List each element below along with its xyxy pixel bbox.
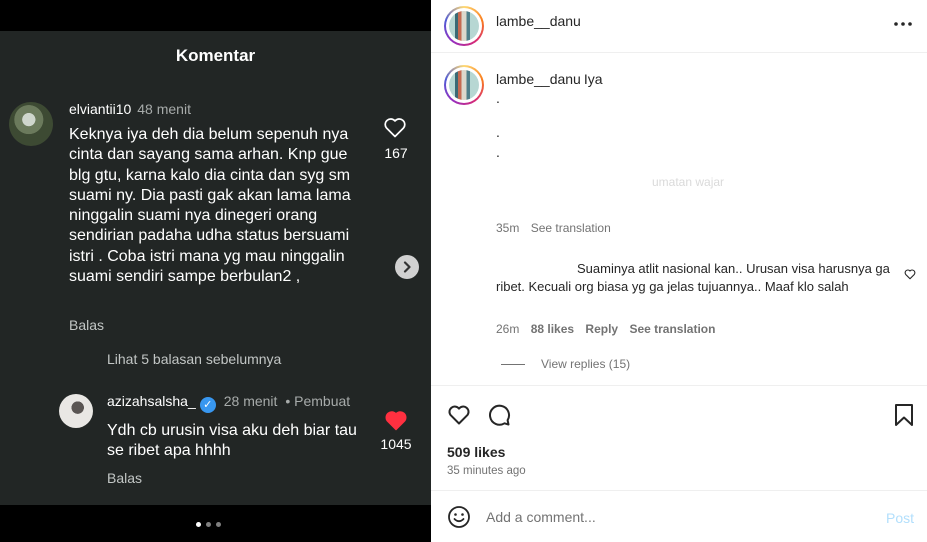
save-bookmark-icon[interactable]: [893, 403, 915, 427]
post-header: lambe__danu: [431, 0, 927, 53]
more-options-icon[interactable]: [893, 14, 913, 34]
verified-badge-icon: ✓: [199, 397, 216, 413]
comment-time: 26m: [496, 322, 520, 336]
chevron-right-icon: [403, 261, 411, 273]
comment-input[interactable]: Add a comment...: [486, 509, 596, 525]
like-count[interactable]: 509 likes: [447, 444, 505, 460]
avatar[interactable]: [444, 6, 484, 46]
comment-text: Suaminya atlit nasional kan.. Urusan vis…: [496, 261, 890, 294]
action-bar: 509 likes 35 minutes ago: [431, 385, 927, 490]
comment: Suaminya atlit nasional kan.. Urusan vis…: [496, 260, 896, 295]
like-count: 167: [384, 145, 408, 161]
reply-label: Balas: [69, 317, 105, 333]
carousel-dot: [196, 522, 201, 527]
caption-line: .: [496, 144, 500, 160]
comment-header: elviantii10 48 menit: [69, 101, 191, 117]
comment-username: azizahsalsha_: [107, 393, 196, 409]
add-comment-bar: Add a comment... Post: [431, 490, 927, 542]
avatar[interactable]: [444, 65, 484, 105]
caption-time: 35m: [496, 221, 520, 235]
post-panel: lambe__danu lambe__danu Iya . . . umatan …: [431, 0, 927, 542]
comment-meta: 26m 88 likes Reply See translation: [496, 322, 715, 336]
comment-time: 28 menit: [223, 393, 278, 409]
creator-tag: • Pembuat: [285, 393, 351, 409]
more-replies-link: Lihat 5 balasan sebelumnya: [107, 351, 282, 367]
caption-faint-text: umatan wajar: [652, 175, 725, 189]
caption-line: .: [496, 124, 500, 140]
comment-time: 48 menit: [137, 101, 191, 117]
post-media: Komentar elviantii10 48 menit Keknya iya …: [0, 0, 431, 542]
carousel-dot: [216, 522, 221, 527]
caption-username[interactable]: lambe__danu: [496, 71, 581, 87]
caption-line: .: [496, 90, 500, 106]
see-translation-link[interactable]: See translation: [531, 221, 611, 235]
caption: lambe__danu Iya: [496, 71, 603, 87]
carousel-dot: [206, 522, 211, 527]
like-count: 1045: [380, 436, 412, 452]
sheet-title: Komentar: [175, 46, 256, 65]
see-translation-link[interactable]: See translation: [629, 322, 715, 336]
comment-text: Keknya iya deh dia belum sepenuh nya cin…: [69, 126, 351, 286]
comment-icon[interactable]: [487, 403, 511, 427]
comments-screenshot: Komentar elviantii10 48 menit Keknya iya …: [0, 31, 431, 505]
carousel-next-button[interactable]: [395, 255, 419, 279]
reply-button[interactable]: Reply: [585, 322, 618, 336]
heart-filled-icon: [385, 411, 407, 431]
post-timestamp: 35 minutes ago: [447, 465, 526, 477]
comment-likes[interactable]: 88 likes: [531, 322, 574, 336]
header-username[interactable]: lambe__danu: [496, 13, 581, 29]
divider: [501, 364, 525, 365]
reply-label: Balas: [107, 470, 143, 486]
comment-like-icon[interactable]: [904, 268, 916, 280]
caption-text: Iya: [583, 71, 603, 87]
post-button[interactable]: Post: [886, 510, 914, 526]
heart-outline-icon: [384, 118, 406, 138]
comment-header: azizahsalsha_ ✓ 28 menit • Pembuat: [107, 393, 350, 413]
comment-text: Ydh cb urusin visa aku deh biar tau se r…: [107, 422, 357, 460]
view-replies-link[interactable]: View replies (15): [541, 357, 630, 371]
like-heart-icon[interactable]: [447, 403, 471, 427]
comment-username: elviantii10: [69, 101, 132, 117]
emoji-icon[interactable]: [447, 505, 471, 529]
avatar: [9, 102, 53, 146]
caption-meta: 35m See translation: [496, 221, 611, 235]
avatar: [59, 394, 93, 428]
